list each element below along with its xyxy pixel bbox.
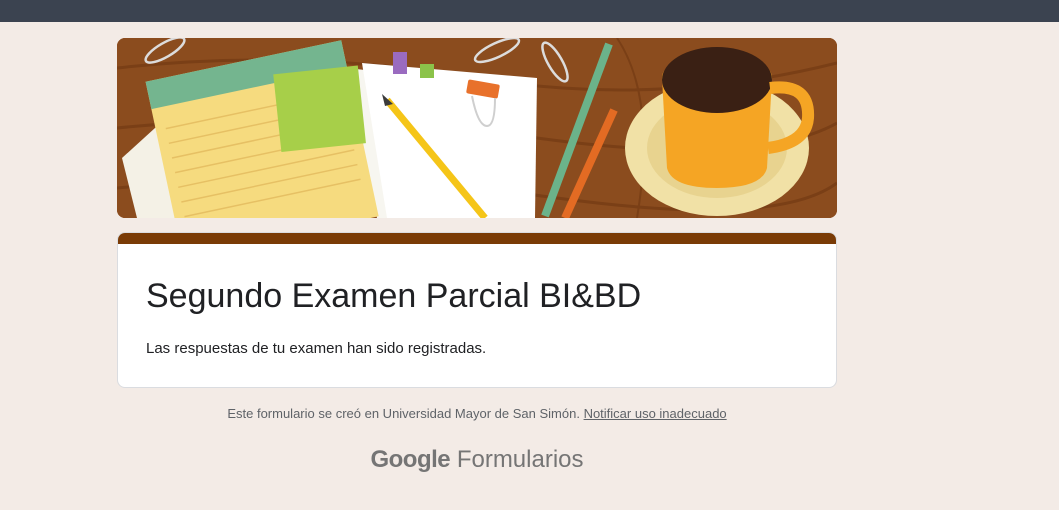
form-title: Segundo Examen Parcial BI&BD xyxy=(146,277,642,315)
forms-wordmark: Formularios xyxy=(456,446,584,473)
google-forms-logo[interactable]: Google Formularios xyxy=(0,446,954,474)
form-header-image xyxy=(117,38,837,218)
footer-note: Este formulario se creó en Universidad M… xyxy=(0,406,954,421)
confirmation-card: Segundo Examen Parcial BI&BD Las respues… xyxy=(117,232,837,388)
confirmation-message: Las respuestas de tu examen han sido reg… xyxy=(146,340,487,357)
desk-illustration-icon xyxy=(117,38,837,218)
report-abuse-link[interactable]: Notificar uso inadecuado xyxy=(584,406,727,421)
card-accent-bar xyxy=(118,233,836,244)
footer-note-text: Este formulario se creó en Universidad M… xyxy=(227,406,580,421)
browser-top-bar xyxy=(0,0,1059,22)
google-wordmark: Google xyxy=(370,446,451,473)
